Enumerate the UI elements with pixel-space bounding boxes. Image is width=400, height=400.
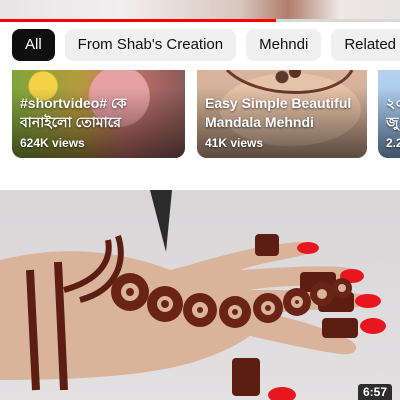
short-views: 624K views [20,136,85,150]
short-views: 41K views [205,136,264,150]
chip-from-channel[interactable]: From Shab's Creation [64,29,237,61]
chip-related[interactable]: Related [331,29,400,61]
short-card[interactable]: ২০ জু 2.2 [378,70,400,158]
chip-mehndi[interactable]: Mehndi [246,29,322,61]
short-card[interactable]: Easy Simple Beautiful Mandala Mehndi Des… [197,70,367,158]
short-title: ২০ জু [386,95,400,130]
previous-video-thumbnail[interactable] [0,0,400,22]
filter-chip-bar: All From Shab's Creation Mehndi Related [0,26,400,64]
video-duration-badge: 6:57 [357,384,392,400]
short-card[interactable]: #shortvideo# কে বানাইলো তোমারে 624K view… [12,70,185,158]
mehndi-hand-illustration [0,190,386,400]
watch-progress-fill [0,19,276,22]
watch-progress-bar [0,19,400,22]
short-views: 2.2 [386,136,400,150]
shorts-shelf: #shortvideo# কে বানাইলো তোমারে 624K view… [0,70,400,160]
short-title: Easy Simple Beautiful Mandala Mehndi Des… [205,95,352,134]
video-thumbnail[interactable]: 6:57 [0,190,400,400]
section-divider [0,182,400,190]
chip-all[interactable]: All [12,29,55,61]
short-title: #shortvideo# কে বানাইলো তোমারে [20,95,127,130]
